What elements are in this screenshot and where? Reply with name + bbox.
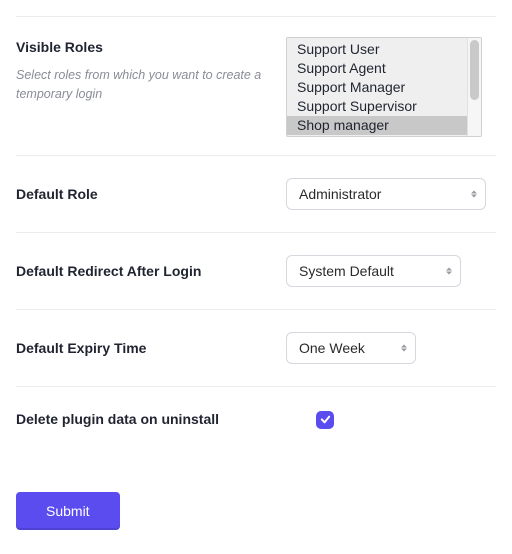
default-redirect-select[interactable]: System Default (286, 255, 461, 287)
default-expiry-value: One Week (299, 340, 365, 356)
row-default-role: Default Role Administrator (16, 156, 496, 233)
row-delete-on-uninstall: Delete plugin data on uninstall (16, 387, 496, 452)
row-visible-roles: Visible Roles Select roles from which yo… (16, 16, 496, 156)
listbox-scrollbar[interactable] (467, 38, 481, 136)
default-role-label: Default Role (16, 184, 270, 205)
list-item[interactable]: Customer (287, 135, 481, 137)
visible-roles-listbox[interactable]: Support User Support Agent Support Manag… (286, 37, 482, 137)
list-item[interactable]: Support Agent (287, 59, 481, 78)
scrollbar-thumb[interactable] (470, 40, 479, 100)
default-redirect-value: System Default (299, 263, 394, 279)
chevron-updown-icon (446, 268, 452, 275)
default-role-value: Administrator (299, 186, 381, 202)
default-redirect-label: Default Redirect After Login (16, 261, 270, 282)
chevron-updown-icon (471, 191, 477, 198)
visible-roles-label: Visible Roles (16, 37, 270, 58)
chevron-updown-icon (401, 345, 407, 352)
list-item[interactable]: Support User (287, 40, 481, 59)
default-expiry-select[interactable]: One Week (286, 332, 416, 364)
visible-roles-help: Select roles from which you want to crea… (16, 66, 270, 104)
list-item[interactable]: Support Manager (287, 78, 481, 97)
delete-on-uninstall-checkbox[interactable] (316, 411, 334, 429)
list-item[interactable]: Shop manager (287, 116, 481, 135)
row-default-redirect: Default Redirect After Login System Defa… (16, 233, 496, 310)
submit-button[interactable]: Submit (16, 492, 120, 530)
list-item[interactable]: Support Supervisor (287, 97, 481, 116)
default-role-select[interactable]: Administrator (286, 178, 486, 210)
check-icon (320, 414, 331, 425)
row-default-expiry: Default Expiry Time One Week (16, 310, 496, 387)
delete-on-uninstall-label: Delete plugin data on uninstall (16, 409, 270, 430)
default-expiry-label: Default Expiry Time (16, 338, 270, 359)
